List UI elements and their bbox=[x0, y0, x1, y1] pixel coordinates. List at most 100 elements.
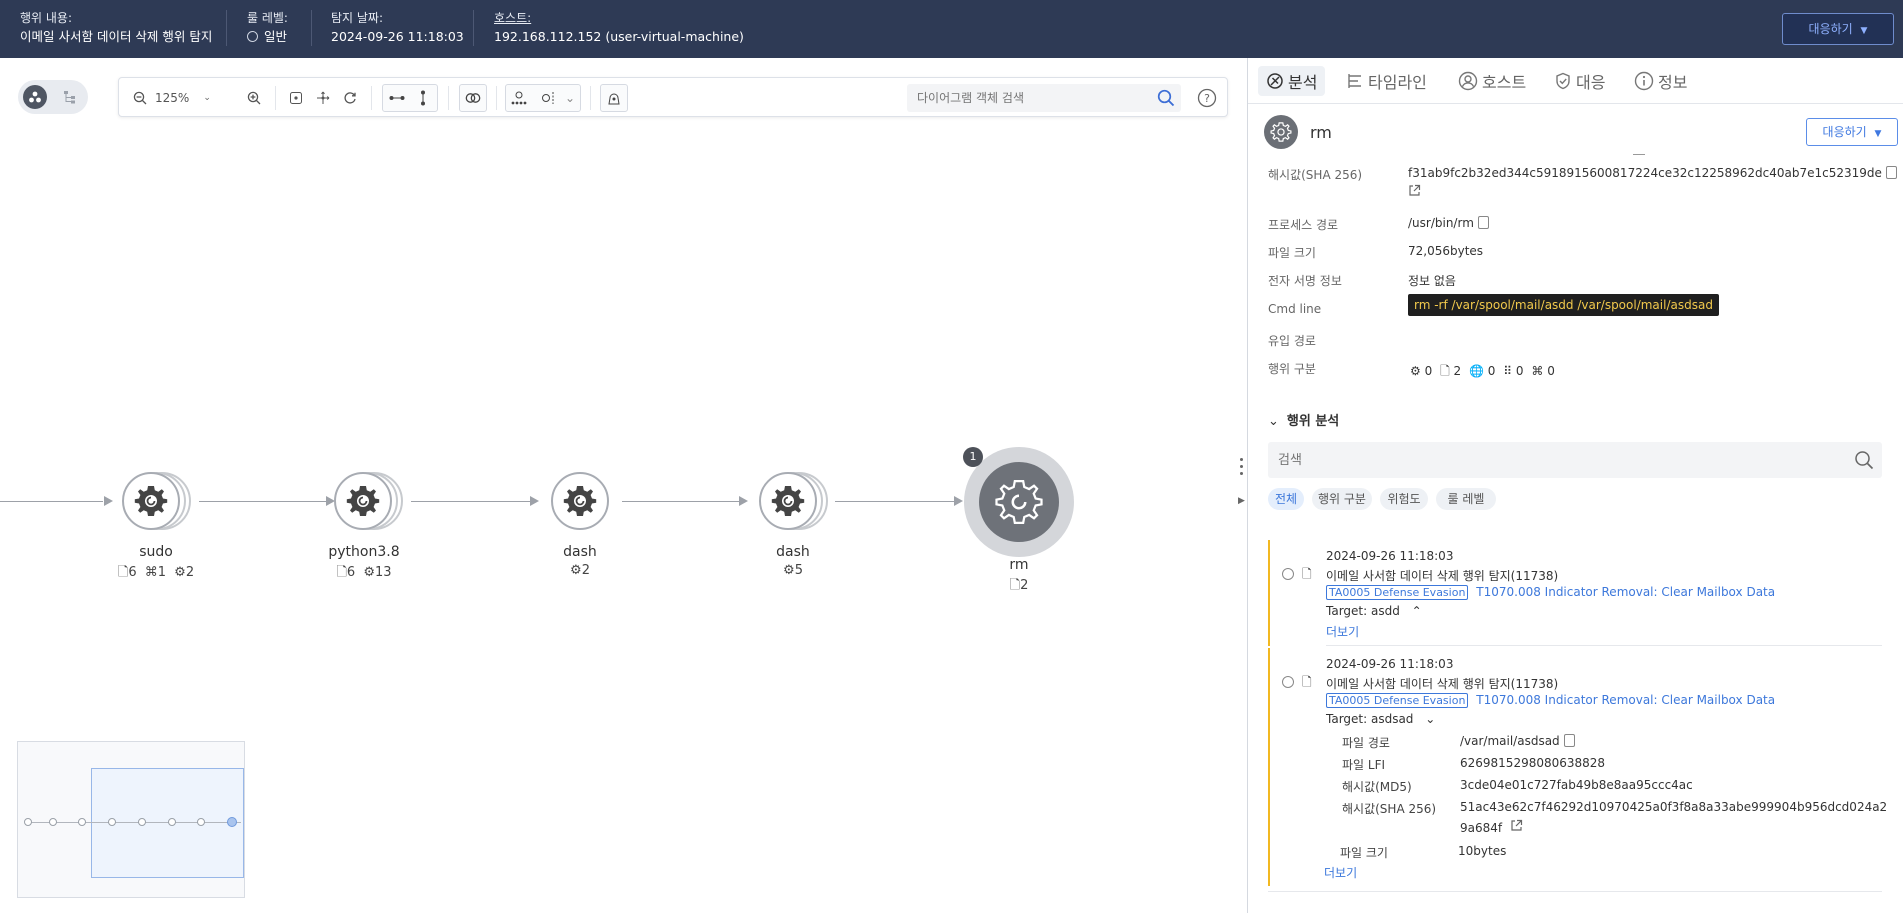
tactic-id: TA0005 bbox=[1329, 586, 1371, 599]
network-count: 0 bbox=[1487, 364, 1496, 378]
registry-icon: ⌘ bbox=[1531, 364, 1544, 378]
gear-icon[interactable] bbox=[759, 472, 817, 530]
tab-label: 분석 bbox=[1288, 73, 1318, 92]
copy-icon[interactable] bbox=[1563, 734, 1575, 747]
filter-chip-rule-level[interactable]: 룰 레벨 bbox=[1436, 488, 1496, 510]
tactic-id: TA0005 bbox=[1329, 694, 1371, 707]
tab-timeline[interactable]: 타임라인 bbox=[1346, 66, 1427, 96]
info-value-wrap: /usr/bin/rm bbox=[1408, 216, 1489, 230]
tab-label: 타임라인 bbox=[1368, 73, 1427, 92]
zoom-out-icon[interactable] bbox=[131, 87, 149, 109]
technique-link[interactable]: T1070.008 Indicator Removal: Clear Mailb… bbox=[1476, 693, 1775, 707]
search-icon[interactable] bbox=[1854, 450, 1874, 473]
svg-text:?: ? bbox=[1204, 92, 1210, 105]
vertical-layout-icon[interactable] bbox=[413, 87, 433, 109]
gear-icon[interactable] bbox=[122, 472, 180, 530]
event-time: 2024-09-26 11:18:03 bbox=[1326, 549, 1454, 563]
filter-chip-risk[interactable]: 위험도 bbox=[1380, 488, 1428, 510]
analysis-search-input[interactable] bbox=[1268, 442, 1828, 478]
node-stats: ⚙2 bbox=[500, 563, 660, 578]
more-link[interactable]: 더보기 bbox=[1324, 864, 1357, 881]
chevron-down-icon: ⌄ bbox=[1268, 414, 1279, 429]
view-mode-toggle[interactable] bbox=[18, 80, 88, 114]
tab-response[interactable]: 대응 bbox=[1554, 66, 1605, 96]
move-icon[interactable] bbox=[314, 87, 332, 109]
horizontal-layout-icon[interactable] bbox=[387, 87, 407, 109]
tree-view-icon[interactable] bbox=[58, 85, 82, 109]
md5-value: 3cde04e01c727fab49b8e8aa95ccc4ac bbox=[1460, 778, 1693, 792]
shield-icon bbox=[1556, 72, 1570, 90]
filter-chip-all[interactable]: 전체 bbox=[1268, 488, 1304, 510]
analysis-section-header[interactable]: ⌄ 행위 분석 bbox=[1268, 410, 1339, 429]
external-link-icon[interactable] bbox=[1510, 819, 1523, 835]
gear-icon[interactable] bbox=[979, 462, 1059, 542]
file-count: 6 bbox=[346, 565, 356, 580]
help-icon[interactable]: ? bbox=[1195, 86, 1219, 110]
overlap-icon[interactable] bbox=[463, 87, 483, 109]
tab-info[interactable]: 정보 bbox=[1634, 66, 1687, 96]
info-label: 프로세스 경로 bbox=[1268, 218, 1339, 232]
tab-host[interactable]: 호스트 bbox=[1458, 66, 1526, 96]
caret-down-icon: ▼ bbox=[1860, 26, 1868, 36]
divider bbox=[371, 86, 372, 110]
minimap[interactable] bbox=[17, 741, 245, 898]
file-count: 2 bbox=[1020, 578, 1029, 593]
info-row-signature: 전자 서명 정보 정보 없음 bbox=[1268, 272, 1888, 290]
copy-icon[interactable] bbox=[1885, 166, 1897, 179]
refresh-icon[interactable] bbox=[341, 87, 359, 109]
filter-chip-behavior[interactable]: 행위 구분 bbox=[1312, 488, 1372, 510]
technique-link[interactable]: T1070.008 Indicator Removal: Clear Mailb… bbox=[1476, 585, 1775, 599]
tactic-name: Defense Evasion bbox=[1373, 586, 1466, 599]
detect-date-info: 탐지 날짜: 2024-09-26 11:18:03 bbox=[331, 10, 464, 46]
zoom-select[interactable]: 125% ⌄ bbox=[155, 87, 215, 109]
panel-resize-handle[interactable] bbox=[1240, 458, 1244, 475]
gear-icon[interactable] bbox=[334, 472, 392, 530]
tab-analysis[interactable]: 분석 bbox=[1258, 66, 1326, 96]
action-value: 이메일 사서함 데이터 삭제 행위 탐지 bbox=[20, 29, 213, 44]
info-label: Cmd line bbox=[1268, 302, 1322, 316]
chevron-up-icon: ⌃ bbox=[1411, 604, 1422, 618]
file-size-value: 72,056bytes bbox=[1408, 244, 1484, 258]
collapse-icon[interactable]: ▶ bbox=[1238, 496, 1245, 506]
info-icon bbox=[1634, 71, 1654, 91]
fit-screen-icon[interactable] bbox=[287, 87, 305, 109]
host-value[interactable]: 192.168.112.152 (user-virtual-machine) bbox=[494, 28, 744, 46]
tactic-name: Defense Evasion bbox=[1373, 694, 1466, 707]
event-card[interactable]: 🗋 2024-09-26 11:18:03 이메일 사서함 데이터 삭제 행위 … bbox=[1268, 540, 1882, 646]
rule-level-info: 룰 레벨: 일반 bbox=[247, 10, 288, 46]
chevron-down-icon[interactable]: ⌄ bbox=[563, 87, 577, 109]
detail-label: 해시값(MD5) bbox=[1342, 780, 1412, 794]
info-label: 파일 크기 bbox=[1268, 246, 1316, 260]
event-select-radio[interactable] bbox=[1282, 568, 1294, 580]
grid-icon: ⠿ bbox=[1503, 364, 1513, 378]
event-target-row[interactable]: Target: asdd ⌃ bbox=[1326, 604, 1422, 618]
copy-icon[interactable] bbox=[1477, 216, 1489, 229]
tab-label: 대응 bbox=[1576, 73, 1606, 92]
chevron-down-icon: ⌄ bbox=[1425, 712, 1436, 726]
respond-button[interactable]: 대응하기 ▼ bbox=[1782, 13, 1894, 45]
diagram-search-input[interactable] bbox=[907, 84, 1147, 112]
tactic-tag[interactable]: TA0005 Defense Evasion bbox=[1326, 585, 1469, 600]
divider bbox=[448, 86, 449, 110]
highlight-icon[interactable] bbox=[604, 87, 624, 109]
graph-edge bbox=[835, 501, 955, 502]
rule-level-label: 룰 레벨: bbox=[247, 11, 288, 25]
expand-icon[interactable] bbox=[539, 87, 559, 109]
event-select-radio[interactable] bbox=[1282, 676, 1294, 688]
more-link[interactable]: 더보기 bbox=[1326, 623, 1359, 640]
sha256-value: 51ac43e62c7f46292d10970425a0f3f8a8a33abe… bbox=[1460, 800, 1888, 814]
zoom-in-icon[interactable] bbox=[245, 87, 263, 109]
diagram-search bbox=[907, 84, 1181, 112]
search-icon[interactable] bbox=[1157, 89, 1175, 110]
cmdline-value-wrap: rm -rf /var/spool/mail/asdd /var/spool/m… bbox=[1408, 294, 1719, 316]
respond-label: 대응하기 bbox=[1808, 22, 1853, 36]
chevron-down-icon: ⌄ bbox=[203, 93, 211, 103]
event-target-row[interactable]: Target: asdsad ⌄ bbox=[1326, 712, 1435, 726]
respond-button[interactable]: 대응하기 ▼ bbox=[1806, 118, 1898, 146]
tactic-tag[interactable]: TA0005 Defense Evasion bbox=[1326, 693, 1469, 708]
graph-view-icon[interactable] bbox=[23, 85, 47, 109]
tree-icon[interactable] bbox=[509, 87, 529, 109]
external-link-icon[interactable] bbox=[1408, 184, 1421, 200]
gear-icon[interactable] bbox=[551, 472, 609, 530]
event-card[interactable]: 🗋 2024-09-26 11:18:03 이메일 사서함 데이터 삭제 행위 … bbox=[1268, 648, 1887, 846]
